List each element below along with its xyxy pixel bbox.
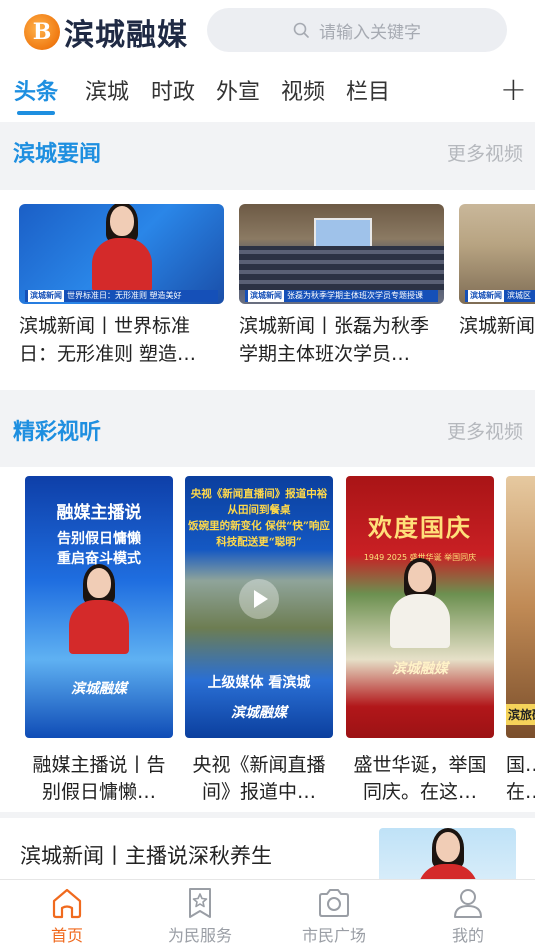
nav-service[interactable]: 为民服务 xyxy=(150,886,250,946)
news-section-header: 滨城要闻 更多视频 xyxy=(0,122,535,178)
search-icon xyxy=(293,22,309,38)
video-card[interactable]: 滨旅研 国…在… xyxy=(506,476,535,806)
news-card[interactable]: 滨城新闻 张磊为秋季学期主体班次学员专题授课 滨城新闻丨张磊为秋季学期主体班次学员… xyxy=(239,204,444,368)
video-thumbnail: 央视《新闻直播间》报道中裕 从田间到餐桌 饭碗里的新变化 保供“快”响应 科技配… xyxy=(185,476,333,738)
news-card[interactable]: 滨城新闻 世界标准日：无形准则 塑造美好 滨城新闻丨世界标准日：无形准则 塑造… xyxy=(19,204,224,368)
top-header: B 滨城融媒 请输入关键字 xyxy=(0,0,535,62)
tab-politics[interactable]: 时政 xyxy=(151,74,195,106)
play-icon xyxy=(239,579,279,620)
tab-video[interactable]: 视频 xyxy=(281,74,325,106)
tab-headlines[interactable]: 头条 xyxy=(14,74,58,106)
video-card[interactable]: 央视《新闻直播间》报道中裕 从田间到餐桌 饭碗里的新变化 保供“快”响应 科技配… xyxy=(185,476,333,806)
active-tab-indicator xyxy=(17,111,55,115)
news-thumbnail: 滨城新闻 张磊为秋季学期主体班次学员专题授课 xyxy=(239,204,444,304)
article-title: 滨城新闻丨主播说深秋养生 xyxy=(20,844,272,868)
logo-badge-icon: B xyxy=(24,14,60,50)
video-thumbnail: 融媒主播说 告别假日慵懒 重启奋斗模式 滨城融媒 xyxy=(25,476,173,738)
user-icon xyxy=(454,889,482,918)
nav-home[interactable]: 首页 xyxy=(17,886,117,946)
news-thumbnail: 滨城新闻 滨城区 xyxy=(459,204,535,304)
news-card[interactable]: 滨城新闻滨城区 滨城新闻丨“秋”农业… xyxy=(459,204,535,368)
news-more-link[interactable]: 更多视频 xyxy=(447,139,523,166)
tab-columns[interactable]: 栏目 xyxy=(346,74,390,106)
video-card-title: 盛世华诞，举国同庆。在这… xyxy=(353,754,487,803)
app-logo[interactable]: B 滨城融媒 xyxy=(24,10,188,54)
video-section-header: 精彩视听 更多视频 xyxy=(0,400,535,456)
nav-mine[interactable]: 我的 xyxy=(418,886,518,946)
video-card-title: 央视《新闻直播间》报道中… xyxy=(192,754,326,803)
add-channel-icon[interactable]: + xyxy=(500,73,527,105)
video-more-link[interactable]: 更多视频 xyxy=(447,417,523,444)
bottom-nav: 首页 为民服务 市民广场 我的 xyxy=(0,879,535,951)
tab-external[interactable]: 外宣 xyxy=(216,74,260,106)
video-thumbnail: 滨旅研 xyxy=(506,476,535,738)
nav-plaza-label: 市民广场 xyxy=(301,926,366,945)
search-placeholder: 请输入关键字 xyxy=(319,22,421,43)
camera-icon xyxy=(319,889,349,917)
video-thumbnail: 欢度国庆 1949 2025 盛世华诞 举国同庆 滨城融媒 xyxy=(346,476,494,738)
video-section-title: 精彩视听 xyxy=(13,420,102,445)
nav-service-label: 为民服务 xyxy=(167,926,232,945)
news-card-title: 滨城新闻丨“秋”农业… xyxy=(459,315,535,337)
news-carousel[interactable]: 滨城新闻 世界标准日：无形准则 塑造美好 滨城新闻丨世界标准日：无形准则 塑造… … xyxy=(0,190,535,390)
home-icon xyxy=(52,888,82,919)
nav-plaza[interactable]: 市民广场 xyxy=(284,886,384,946)
video-card-title: 融媒主播说丨告别假日慵懒… xyxy=(32,754,166,803)
video-card[interactable]: 融媒主播说 告别假日慵懒 重启奋斗模式 滨城融媒 融媒主播说丨告别假日慵懒… xyxy=(25,476,173,806)
video-card[interactable]: 欢度国庆 1949 2025 盛世华诞 举国同庆 滨城融媒 盛世华诞，举国同庆。… xyxy=(346,476,494,806)
news-section-title: 滨城要闻 xyxy=(13,142,102,167)
news-card-title: 滨城新闻丨世界标准日：无形准则 塑造… xyxy=(19,315,197,365)
app-screen: B 滨城融媒 请输入关键字 头条 滨城 时政 外宣 视频 栏目 + 滨城要闻 更… xyxy=(0,0,535,951)
nav-home-label: 首页 xyxy=(50,926,83,945)
logo-text: 滨城融媒 xyxy=(64,18,188,53)
search-input[interactable]: 请输入关键字 xyxy=(207,8,507,52)
nav-mine-label: 我的 xyxy=(451,926,484,945)
news-thumbnail: 滨城新闻 世界标准日：无形准则 塑造美好 xyxy=(19,204,224,304)
article-row[interactable]: 滨城新闻丨主播说深秋养生 xyxy=(0,812,535,888)
channel-tabs: 头条 滨城 时政 外宣 视频 栏目 + xyxy=(0,62,535,122)
video-carousel[interactable]: 融媒主播说 告别假日慵懒 重启奋斗模式 滨城融媒 融媒主播说丨告别假日慵懒… 央… xyxy=(0,467,535,812)
bookmark-star-icon xyxy=(189,888,211,918)
news-card-title: 滨城新闻丨张磊为秋季学期主体班次学员… xyxy=(239,315,430,365)
video-card-title: 国…在… xyxy=(506,754,535,803)
tab-bincheng[interactable]: 滨城 xyxy=(85,74,129,106)
